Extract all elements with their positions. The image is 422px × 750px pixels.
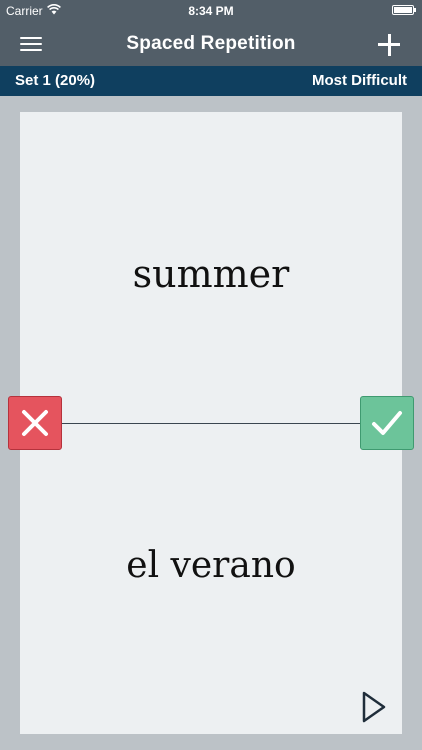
play-audio-button[interactable] <box>360 690 388 724</box>
play-icon <box>362 691 386 723</box>
wrong-answer-button[interactable] <box>8 396 62 450</box>
battery-icon <box>392 5 416 15</box>
x-icon <box>22 410 48 436</box>
status-time: 8:34 PM <box>188 4 234 18</box>
set-bar: Set 1 (20%) Most Difficult <box>0 66 422 96</box>
add-button[interactable] <box>378 34 400 56</box>
card-term: summer <box>132 252 290 296</box>
card-definition: el verano <box>126 545 296 586</box>
status-bar: Carrier 8:34 PM <box>0 0 422 22</box>
difficulty-filter[interactable]: Most Difficult <box>312 72 407 89</box>
navigation-bar: Spaced Repetition <box>0 22 422 66</box>
card-divider <box>50 423 372 424</box>
set-label: Set 1 (20%) <box>15 72 96 89</box>
correct-answer-button[interactable] <box>360 396 414 450</box>
checkmark-icon <box>372 411 402 435</box>
status-right <box>392 5 416 15</box>
page-title: Spaced Repetition <box>126 33 296 54</box>
